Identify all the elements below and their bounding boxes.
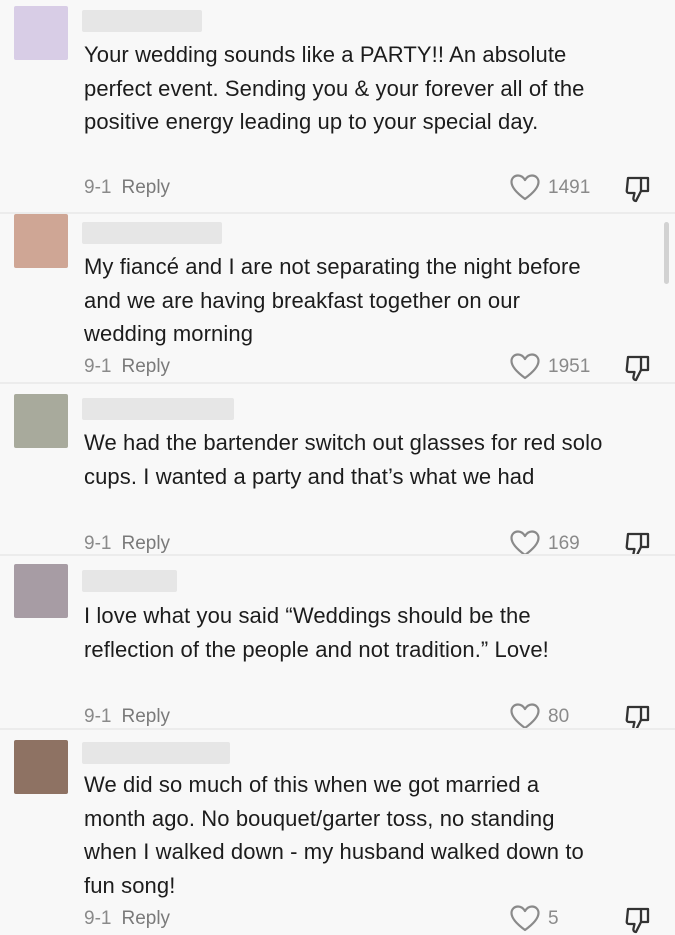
like-button[interactable]: 5 bbox=[510, 905, 559, 932]
like-count: 1491 bbox=[548, 176, 591, 198]
like-count: 1951 bbox=[548, 355, 591, 377]
comment-text: We did so much of this when we got marri… bbox=[84, 772, 584, 898]
comment-item: My fiancé and I are not separating the n… bbox=[0, 214, 675, 382]
comment-meta: 9-1 Reply bbox=[84, 177, 170, 199]
avatar[interactable] bbox=[14, 740, 68, 794]
like-button[interactable]: 1951 bbox=[510, 353, 590, 380]
comment-item: We had the bartender switch out glasses … bbox=[0, 384, 675, 559]
avatar[interactable] bbox=[14, 214, 68, 268]
comment-item: I love what you said “Weddings should be… bbox=[0, 556, 675, 732]
like-button[interactable]: 80 bbox=[510, 703, 569, 730]
comment-text: We had the bartender switch out glasses … bbox=[84, 430, 603, 489]
like-count: 5 bbox=[548, 907, 559, 929]
username-redacted[interactable] bbox=[82, 742, 230, 764]
dislike-icon[interactable] bbox=[623, 174, 653, 204]
avatar[interactable] bbox=[14, 6, 68, 60]
scrollbar[interactable] bbox=[664, 222, 669, 284]
like-count: 169 bbox=[548, 532, 580, 554]
comment-text: I love what you said “Weddings should be… bbox=[84, 603, 549, 662]
dislike-icon[interactable] bbox=[623, 353, 653, 383]
comment-date: 9-1 bbox=[84, 177, 112, 198]
heart-icon bbox=[510, 174, 540, 201]
comment-meta: 9-1 Reply bbox=[84, 533, 170, 555]
comment-meta: 9-1 Reply bbox=[84, 908, 170, 930]
heart-icon bbox=[510, 905, 540, 932]
username-redacted[interactable] bbox=[82, 222, 222, 244]
comment-date: 9-1 bbox=[84, 706, 112, 727]
username-redacted[interactable] bbox=[82, 398, 234, 420]
heart-icon bbox=[510, 703, 540, 730]
like-button[interactable]: 169 bbox=[510, 530, 580, 557]
username-redacted[interactable] bbox=[82, 10, 202, 32]
comment-meta: 9-1 Reply bbox=[84, 706, 170, 728]
avatar[interactable] bbox=[14, 394, 68, 448]
comment-date: 9-1 bbox=[84, 908, 112, 929]
reply-button[interactable]: Reply bbox=[121, 356, 170, 378]
comment-meta: 9-1 Reply bbox=[84, 356, 170, 378]
comment-date: 9-1 bbox=[84, 533, 112, 554]
avatar[interactable] bbox=[14, 564, 68, 618]
heart-icon bbox=[510, 530, 540, 557]
like-count: 80 bbox=[548, 705, 570, 727]
dislike-icon[interactable] bbox=[623, 905, 653, 935]
reply-button[interactable]: Reply bbox=[121, 706, 170, 728]
reply-button[interactable]: Reply bbox=[121, 533, 170, 555]
comment-text: Your wedding sounds like a PARTY!! An ab… bbox=[84, 42, 585, 134]
reply-button[interactable]: Reply bbox=[121, 177, 170, 199]
heart-icon bbox=[510, 353, 540, 380]
reply-button[interactable]: Reply bbox=[121, 908, 170, 930]
comment-date: 9-1 bbox=[84, 356, 112, 377]
comment-item: Your wedding sounds like a PARTY!! An ab… bbox=[0, 0, 675, 212]
comment-item: We did so much of this when we got marri… bbox=[0, 730, 675, 935]
comment-text: My fiancé and I are not separating the n… bbox=[84, 254, 581, 346]
like-button[interactable]: 1491 bbox=[510, 174, 590, 201]
username-redacted[interactable] bbox=[82, 570, 177, 592]
